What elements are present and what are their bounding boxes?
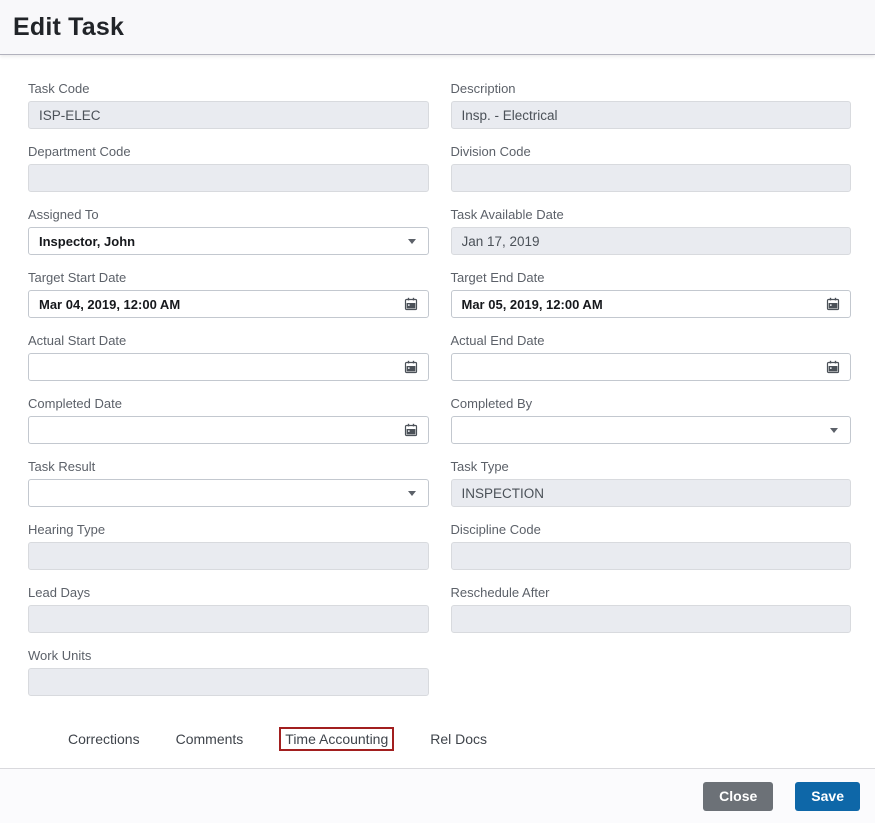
field-task-available-date: Task Available Date Jan 17, 2019 <box>450 207 851 255</box>
form-column-left: Task Code ISP-ELEC Department Code Assig… <box>28 81 429 711</box>
page-title: Edit Task <box>13 12 125 41</box>
close-button[interactable]: Close <box>703 781 774 811</box>
task-code-input: ISP-ELEC <box>28 101 429 129</box>
chevron-down-icon[interactable] <box>407 490 416 496</box>
task-available-date-input: Jan 17, 2019 <box>450 227 851 255</box>
form-column-right: Description Insp. - Electrical Division … <box>450 81 851 711</box>
discipline-code-input <box>450 542 851 570</box>
related-tabs: Corrections Comments Time Accounting Rel… <box>28 724 851 754</box>
lead-days-input <box>28 605 429 633</box>
tab-rel-docs[interactable]: Rel Docs <box>430 730 487 748</box>
work-units-label: Work Units <box>28 648 92 663</box>
target-start-date-input[interactable]: Mar 04, 2019, 12:00 AM <box>28 290 429 318</box>
field-assigned-to: Assigned To Inspector, John <box>28 207 429 255</box>
division-code-input <box>450 164 851 192</box>
task-available-date-label: Task Available Date <box>450 207 564 222</box>
field-department-code: Department Code <box>28 144 429 192</box>
chevron-down-icon[interactable] <box>407 238 416 244</box>
dialog-header: Edit Task <box>0 0 875 55</box>
actual-end-date-input[interactable] <box>450 353 851 381</box>
reschedule-after-label: Reschedule After <box>450 585 550 600</box>
completed-by-label: Completed By <box>450 396 533 411</box>
actual-start-date-input[interactable] <box>28 353 429 381</box>
field-target-start-date: Target Start Date Mar 04, 2019, 12:00 AM <box>28 270 429 318</box>
field-lead-days: Lead Days <box>28 585 429 633</box>
completed-by-select[interactable] <box>450 416 851 444</box>
field-task-result: Task Result <box>28 459 429 507</box>
hearing-type-input <box>28 542 429 570</box>
task-result-select[interactable] <box>28 479 429 507</box>
tab-corrections[interactable]: Corrections <box>68 730 140 748</box>
field-description: Description Insp. - Electrical <box>450 81 851 129</box>
calendar-icon[interactable] <box>404 423 418 437</box>
actual-end-date-label: Actual End Date <box>450 333 545 348</box>
task-code-label: Task Code <box>28 81 90 96</box>
field-task-code: Task Code ISP-ELEC <box>28 81 429 129</box>
reschedule-after-input <box>450 605 851 633</box>
field-work-units: Work Units <box>28 648 429 696</box>
calendar-icon[interactable] <box>404 297 418 311</box>
calendar-icon[interactable] <box>826 297 840 311</box>
department-code-input <box>28 164 429 192</box>
lead-days-label: Lead Days <box>28 585 91 600</box>
description-input: Insp. - Electrical <box>450 101 851 129</box>
department-code-label: Department Code <box>28 144 131 159</box>
completed-date-input[interactable] <box>28 416 429 444</box>
target-start-date-label: Target Start Date <box>28 270 127 285</box>
hearing-type-label: Hearing Type <box>28 522 106 537</box>
work-units-input <box>28 668 429 696</box>
calendar-icon[interactable] <box>404 360 418 374</box>
dialog-footer: Close Save <box>0 768 875 823</box>
field-hearing-type: Hearing Type <box>28 522 429 570</box>
field-target-end-date: Target End Date Mar 05, 2019, 12:00 AM <box>450 270 851 318</box>
field-actual-end-date: Actual End Date <box>450 333 851 381</box>
calendar-icon[interactable] <box>826 360 840 374</box>
description-label: Description <box>450 81 516 96</box>
field-discipline-code: Discipline Code <box>450 522 851 570</box>
task-result-label: Task Result <box>28 459 96 474</box>
field-task-type: Task Type INSPECTION <box>450 459 851 507</box>
save-button[interactable]: Save <box>795 781 860 811</box>
assigned-to-label: Assigned To <box>28 207 99 222</box>
chevron-down-icon[interactable] <box>830 427 838 433</box>
assigned-to-select[interactable]: Inspector, John <box>28 227 429 255</box>
form-body: Task Code ISP-ELEC Department Code Assig… <box>0 55 875 768</box>
task-type-label: Task Type <box>450 459 509 474</box>
target-end-date-input[interactable]: Mar 05, 2019, 12:00 AM <box>450 290 851 318</box>
field-completed-date: Completed Date <box>28 396 429 444</box>
target-end-date-label: Target End Date <box>450 270 545 285</box>
division-code-label: Division Code <box>450 144 531 159</box>
edit-task-dialog: Edit Task Task Code ISP-ELEC Department … <box>0 0 875 823</box>
field-division-code: Division Code <box>450 144 851 192</box>
field-actual-start-date: Actual Start Date <box>28 333 429 381</box>
tab-comments[interactable]: Comments <box>176 730 244 748</box>
tab-time-accounting[interactable]: Time Accounting <box>279 727 395 751</box>
task-type-input: INSPECTION <box>450 479 851 507</box>
completed-date-label: Completed Date <box>28 396 122 411</box>
actual-start-date-label: Actual Start Date <box>28 333 127 348</box>
field-reschedule-after: Reschedule After <box>450 585 851 633</box>
field-completed-by: Completed By <box>450 396 851 444</box>
discipline-code-label: Discipline Code <box>450 522 541 537</box>
